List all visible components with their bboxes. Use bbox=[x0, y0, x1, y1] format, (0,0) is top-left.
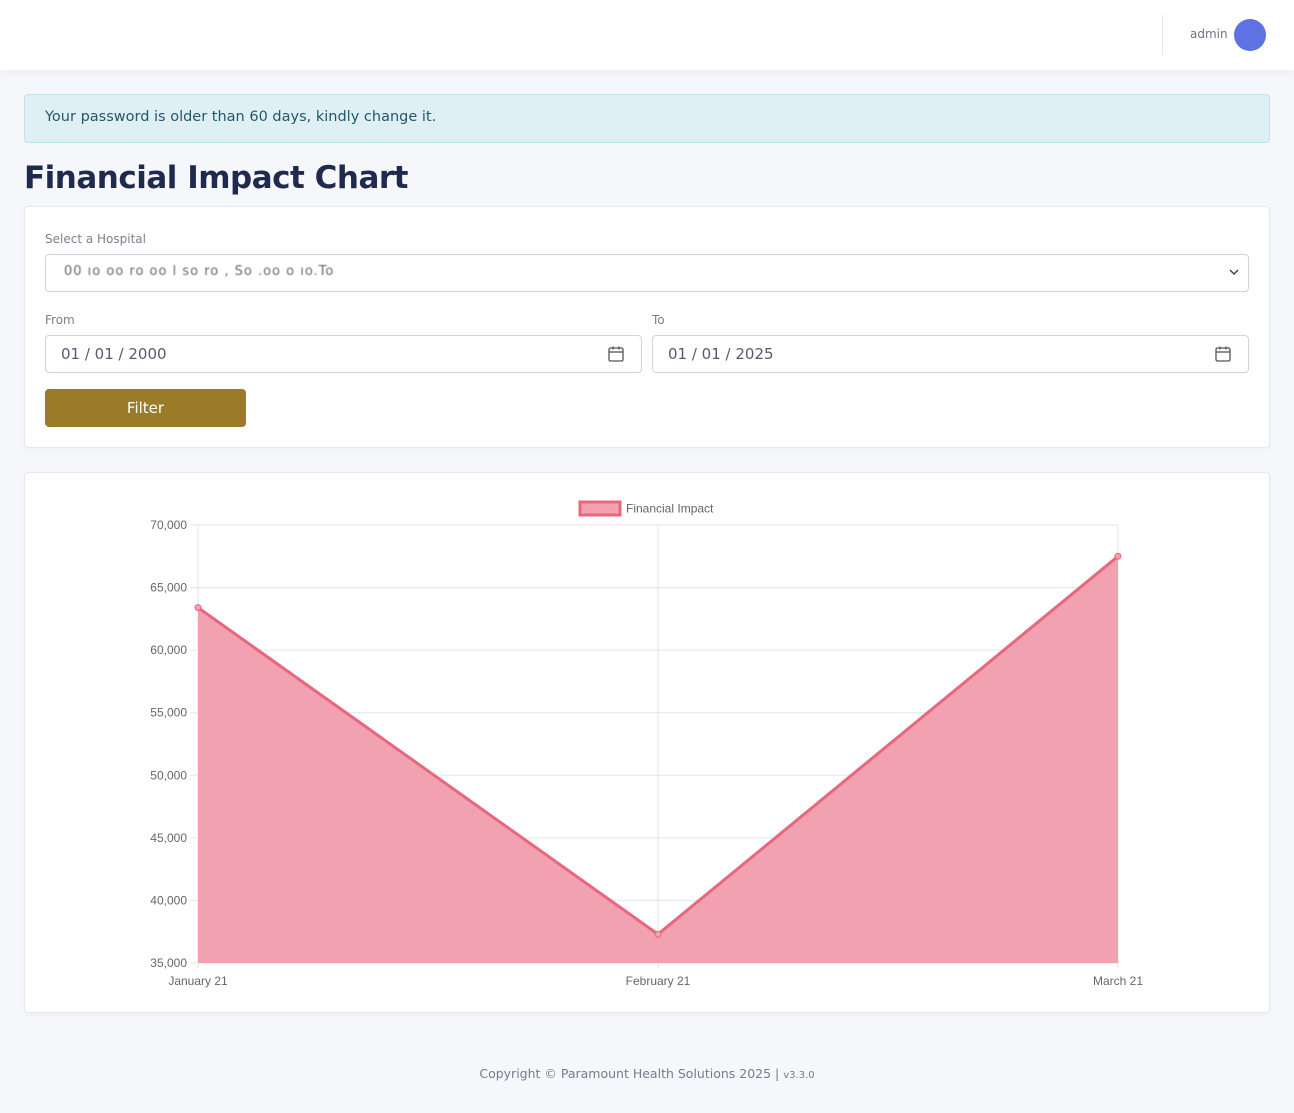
from-date-value: 01 / 01 / 2000 bbox=[61, 345, 167, 363]
y-tick-label: 60,000 bbox=[150, 643, 187, 657]
hospital-select[interactable]: 00 ıo oo ro oo l so ro , So .oo o ıo.To bbox=[45, 254, 1249, 292]
to-date-label: To bbox=[652, 313, 665, 327]
user-name[interactable]: admin bbox=[1190, 27, 1228, 41]
y-tick-label: 45,000 bbox=[150, 831, 187, 845]
chart-card: Financial Impact 70,000 65,000 60,000 55,00… bbox=[24, 472, 1270, 1013]
data-point[interactable] bbox=[194, 604, 202, 612]
y-tick-label: 35,000 bbox=[150, 956, 187, 970]
calendar-icon[interactable] bbox=[607, 345, 625, 363]
password-expiry-alert: Your password is older than 60 days, kin… bbox=[24, 94, 1270, 143]
to-date-input[interactable]: 01 / 01 / 2025 bbox=[652, 335, 1249, 373]
y-tick-label: 70,000 bbox=[150, 518, 187, 532]
chevron-down-icon bbox=[1229, 269, 1239, 276]
copyright-text: Copyright © Paramount Health Solutions 2… bbox=[479, 1066, 780, 1081]
version-text: v3.3.0 bbox=[783, 1070, 815, 1081]
x-tick-label: February 21 bbox=[626, 974, 691, 988]
from-date-input[interactable]: 01 / 01 / 2000 bbox=[45, 335, 642, 373]
data-point[interactable] bbox=[654, 930, 662, 938]
chart-legend[interactable]: Financial Impact bbox=[578, 500, 714, 517]
legend-swatch bbox=[578, 500, 622, 517]
user-avatar[interactable] bbox=[1234, 19, 1266, 51]
financial-impact-chart: Financial Impact 70,000 65,000 60,000 55,00… bbox=[150, 500, 1143, 988]
navbar-divider bbox=[1162, 15, 1163, 55]
data-point[interactable] bbox=[1114, 552, 1122, 560]
to-date-value: 01 / 01 / 2025 bbox=[668, 345, 774, 363]
y-tick-label: 40,000 bbox=[150, 893, 187, 907]
filter-button[interactable]: Filter bbox=[45, 389, 246, 427]
y-tick-label: 50,000 bbox=[150, 768, 187, 782]
footer: Copyright © Paramount Health Solutions 2… bbox=[0, 1066, 1294, 1081]
x-tick-label: January 21 bbox=[168, 974, 228, 988]
hospital-select-value: 00 ıo oo ro oo l so ro , So .oo o ıo.To bbox=[64, 264, 335, 279]
y-tick-label: 65,000 bbox=[150, 581, 187, 595]
calendar-icon[interactable] bbox=[1214, 345, 1232, 363]
hospital-select-label: Select a Hospital bbox=[45, 232, 146, 246]
x-tick-label: March 21 bbox=[1093, 974, 1143, 988]
alert-text: Your password is older than 60 days, kin… bbox=[45, 109, 437, 125]
filter-card: Select a Hospital 00 ıo oo ro oo l so ro… bbox=[24, 206, 1270, 448]
from-date-label: From bbox=[45, 313, 75, 327]
y-tick-label: 55,000 bbox=[150, 706, 187, 720]
legend-label: Financial Impact bbox=[626, 502, 714, 516]
page-title: Financial Impact Chart bbox=[24, 160, 408, 196]
top-navbar: admin bbox=[0, 0, 1294, 70]
